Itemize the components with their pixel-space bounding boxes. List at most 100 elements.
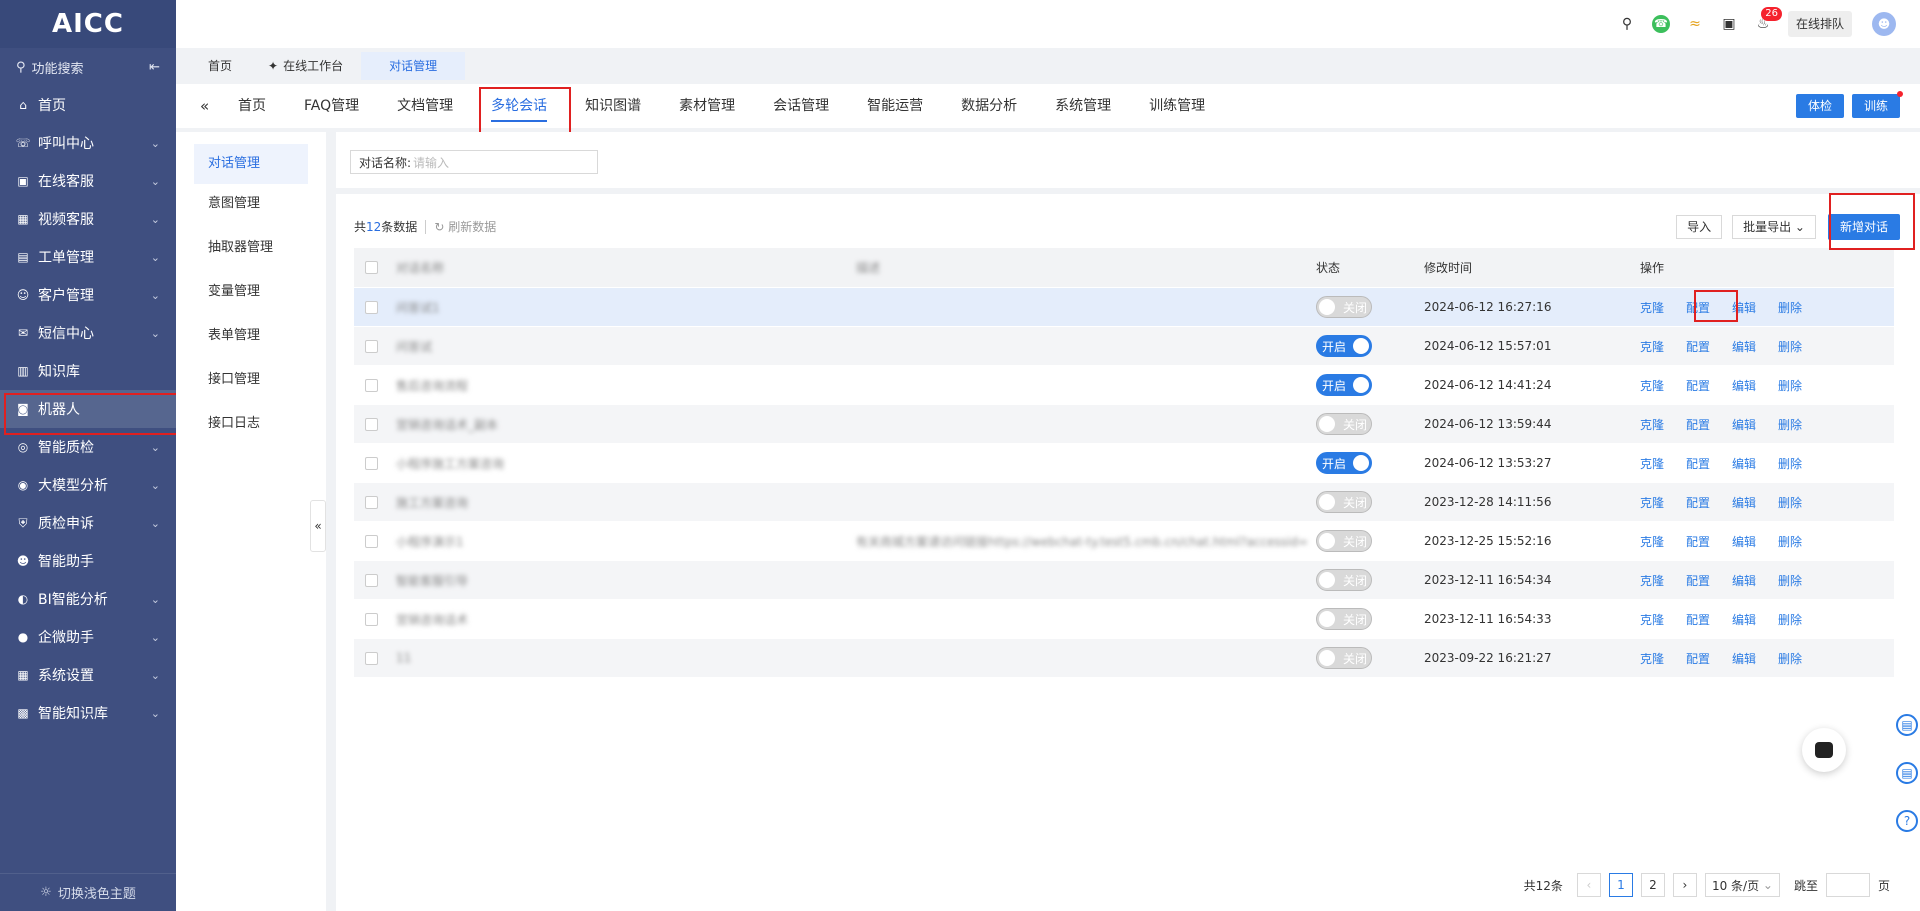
- nav-tab[interactable]: 文档管理: [383, 84, 467, 128]
- help-icon[interactable]: ?: [1896, 810, 1918, 832]
- sidebar-item[interactable]: ◉ 大模型分析 ⌄: [0, 466, 176, 504]
- refresh-button[interactable]: ↻ 刷新数据: [434, 218, 496, 235]
- config-link[interactable]: 配置: [1686, 611, 1710, 628]
- nav-tab[interactable]: 智能运营: [853, 84, 937, 128]
- config-link[interactable]: 配置: [1686, 494, 1710, 511]
- clone-link[interactable]: 克隆: [1640, 455, 1664, 472]
- edit-link[interactable]: 编辑: [1732, 416, 1756, 433]
- config-link[interactable]: 配置: [1686, 299, 1710, 316]
- double-chevron-left-icon[interactable]: «: [200, 97, 224, 115]
- sidebar-item[interactable]: ▩ 智能知识库 ⌄: [0, 694, 176, 732]
- status-toggle[interactable]: 关闭: [1316, 608, 1372, 630]
- row-checkbox[interactable]: [364, 612, 378, 626]
- page-size-select[interactable]: 10 条/页 ⌄: [1704, 873, 1780, 897]
- sub-nav-item[interactable]: 对话管理: [194, 144, 308, 184]
- delete-link[interactable]: 删除: [1778, 572, 1802, 589]
- bookmark-icon[interactable]: ▤: [1896, 762, 1918, 784]
- dialog-name-filter[interactable]: 对话名称: 请输入: [350, 150, 598, 174]
- menu-collapse-icon[interactable]: ⇤: [149, 60, 160, 75]
- row-checkbox[interactable]: [364, 339, 378, 353]
- sidebar-item[interactable]: ◐ BI智能分析 ⌄: [0, 580, 176, 618]
- sidebar-item[interactable]: ▣ 在线客服 ⌄: [0, 162, 176, 200]
- status-toggle[interactable]: 开启: [1316, 335, 1372, 357]
- sidebar-item[interactable]: ▥ 知识库: [0, 352, 176, 390]
- nav-tab[interactable]: FAQ管理: [290, 84, 373, 128]
- jump-page-input[interactable]: [1825, 873, 1870, 897]
- next-page-button[interactable]: ›: [1672, 873, 1697, 897]
- chat-search-icon[interactable]: ⚲: [1614, 11, 1640, 37]
- clone-link[interactable]: 克隆: [1640, 377, 1664, 394]
- row-checkbox[interactable]: [364, 456, 378, 470]
- status-toggle[interactable]: 关闭: [1316, 296, 1372, 318]
- import-button[interactable]: 导入: [1676, 215, 1723, 239]
- edit-link[interactable]: 编辑: [1732, 650, 1756, 667]
- nav-tab[interactable]: 会话管理: [759, 84, 843, 128]
- bell-icon[interactable]: ♨ 26: [1750, 7, 1782, 37]
- status-toggle[interactable]: 关闭: [1316, 413, 1372, 435]
- clone-link[interactable]: 克隆: [1640, 533, 1664, 550]
- delete-link[interactable]: 删除: [1778, 299, 1802, 316]
- status-toggle[interactable]: 开启: [1316, 374, 1372, 396]
- edit-link[interactable]: 编辑: [1732, 377, 1756, 394]
- check-button[interactable]: 体检: [1795, 94, 1844, 118]
- sidebar-item[interactable]: ▤ 工单管理 ⌄: [0, 238, 176, 276]
- config-link[interactable]: 配置: [1686, 650, 1710, 667]
- nav-tab[interactable]: 数据分析: [947, 84, 1031, 128]
- row-checkbox[interactable]: [364, 495, 378, 509]
- online-queue-button[interactable]: 在线排队: [1787, 11, 1852, 37]
- sidebar-item[interactable]: ✉ 短信中心 ⌄: [0, 314, 176, 352]
- collapse-subnav-button[interactable]: «: [310, 500, 326, 552]
- status-toggle[interactable]: 关闭: [1316, 647, 1372, 669]
- delete-link[interactable]: 删除: [1778, 377, 1802, 394]
- row-checkbox[interactable]: [364, 534, 378, 548]
- edit-link[interactable]: 编辑: [1732, 455, 1756, 472]
- status-toggle[interactable]: 关闭: [1316, 569, 1372, 591]
- sidebar-item[interactable]: ☻ 智能助手: [0, 542, 176, 580]
- page-1[interactable]: 1: [1608, 873, 1633, 897]
- sub-nav-item[interactable]: 意图管理: [194, 184, 308, 228]
- nav-tab[interactable]: 多轮会话: [477, 84, 561, 128]
- config-link[interactable]: 配置: [1686, 572, 1710, 589]
- sub-nav-item[interactable]: 接口日志: [194, 404, 308, 448]
- status-toggle[interactable]: 关闭: [1316, 530, 1372, 552]
- prev-page-button[interactable]: ‹: [1576, 873, 1601, 897]
- status-toggle[interactable]: 关闭: [1316, 491, 1372, 513]
- sidebar-item[interactable]: ☏ 呼叫中心 ⌄: [0, 124, 176, 162]
- book-icon[interactable]: ▤: [1896, 714, 1918, 736]
- page-tab-home[interactable]: 首页: [190, 52, 250, 80]
- config-link[interactable]: 配置: [1686, 455, 1710, 472]
- sub-nav-item[interactable]: 变量管理: [194, 272, 308, 316]
- row-checkbox[interactable]: [364, 417, 378, 431]
- row-checkbox[interactable]: [364, 300, 378, 314]
- nav-tab[interactable]: 训练管理: [1135, 84, 1219, 128]
- edit-link[interactable]: 编辑: [1732, 299, 1756, 316]
- row-checkbox[interactable]: [364, 573, 378, 587]
- user-avatar[interactable]: ☻: [1872, 12, 1896, 36]
- page-2[interactable]: 2: [1640, 873, 1665, 897]
- delete-link[interactable]: 删除: [1778, 416, 1802, 433]
- train-button[interactable]: 训练: [1851, 91, 1903, 118]
- row-checkbox[interactable]: [364, 651, 378, 665]
- nav-tab[interactable]: 知识图谱: [571, 84, 655, 128]
- edit-link[interactable]: 编辑: [1732, 338, 1756, 355]
- sidebar-item[interactable]: ▦ 系统设置 ⌄: [0, 656, 176, 694]
- sidebar-item[interactable]: ◙ 机器人: [0, 390, 176, 428]
- clone-link[interactable]: 克隆: [1640, 650, 1664, 667]
- delete-link[interactable]: 删除: [1778, 533, 1802, 550]
- sidebar-item[interactable]: ⛨ 质检申诉 ⌄: [0, 504, 176, 542]
- sub-nav-item[interactable]: 接口管理: [194, 360, 308, 404]
- row-checkbox[interactable]: [364, 378, 378, 392]
- headset-icon[interactable]: ☎: [1648, 11, 1674, 37]
- clone-link[interactable]: 克隆: [1640, 338, 1664, 355]
- sidebar-item[interactable]: ⌂ 首页: [0, 86, 176, 124]
- sidebar-item[interactable]: ● 企微助手 ⌄: [0, 618, 176, 656]
- calendar-icon[interactable]: ▣: [1716, 11, 1742, 37]
- clone-link[interactable]: 克隆: [1640, 494, 1664, 511]
- page-tab-dialog-mgmt[interactable]: 对话管理: [361, 52, 466, 80]
- edit-link[interactable]: 编辑: [1732, 611, 1756, 628]
- delete-link[interactable]: 删除: [1778, 455, 1802, 472]
- sidebar-item[interactable]: ◎ 智能质检 ⌄: [0, 428, 176, 466]
- config-link[interactable]: 配置: [1686, 377, 1710, 394]
- clone-link[interactable]: 克隆: [1640, 611, 1664, 628]
- batch-export-dropdown[interactable]: 批量导出 ⌄: [1732, 215, 1816, 239]
